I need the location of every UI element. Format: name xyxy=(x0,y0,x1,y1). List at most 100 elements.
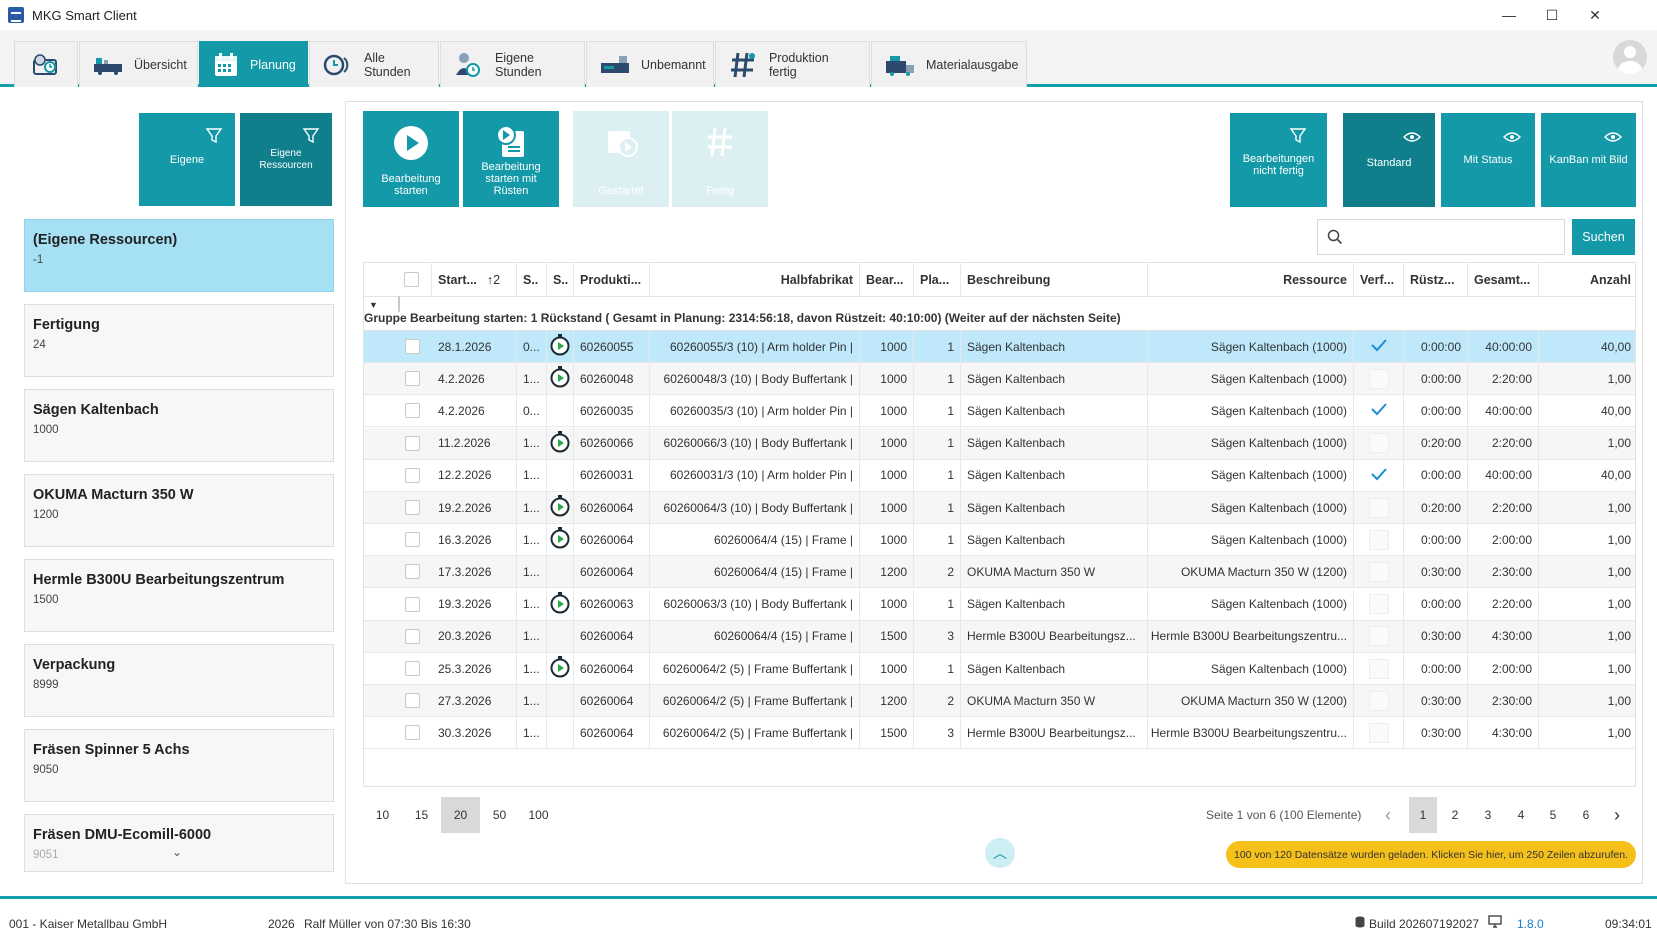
row-checkbox[interactable] xyxy=(405,435,420,451)
header-s1[interactable]: S.. xyxy=(517,263,547,296)
tab-planung[interactable]: Planung xyxy=(199,41,308,87)
view-mit-status-button[interactable]: Mit Status xyxy=(1441,113,1535,207)
select-all-checkbox[interactable] xyxy=(404,272,419,287)
group-toggle[interactable]: ▼ xyxy=(364,296,432,312)
header-start[interactable]: Start... ↑ 2 xyxy=(432,263,517,296)
prev-page-icon[interactable]: ‹ xyxy=(1376,797,1400,833)
row-checkbox[interactable] xyxy=(405,725,420,741)
view-standard-button[interactable]: Standard xyxy=(1343,113,1435,207)
row-checkbox[interactable] xyxy=(405,467,420,483)
resource-card-fertigung[interactable]: Fertigung 24 xyxy=(24,304,334,377)
tab-unbemannt[interactable]: Unbemannt xyxy=(586,41,714,87)
view-kanban-button[interactable]: KanBan mit Bild xyxy=(1541,113,1636,207)
resource-card-dmu[interactable]: Fräsen DMU-Ecomill-6000 9051 xyxy=(24,814,334,872)
row-checkbox[interactable] xyxy=(405,596,420,612)
tab-alle-stunden[interactable]: Alle Stunden xyxy=(309,41,439,87)
resource-card-saegen[interactable]: Sägen Kaltenbach 1000 xyxy=(24,389,334,462)
next-page-icon[interactable]: › xyxy=(1605,797,1629,833)
resource-card-spinner[interactable]: Fräsen Spinner 5 Achs 9050 xyxy=(24,729,334,802)
filter-eigene-ressourcen-button[interactable]: Eigene Ressourcen xyxy=(240,113,332,206)
timer-play-icon[interactable] xyxy=(550,527,570,552)
search-button[interactable]: Suchen xyxy=(1572,219,1635,255)
table-row[interactable]: 19.2.2026 1... 60260064 60260064/3 (10) | B… xyxy=(364,492,1635,524)
gestartet-button[interactable]: Gestartet xyxy=(573,111,669,207)
table-row[interactable]: 27.3.2026 1... 60260064 60260064/2 (5) | Fr… xyxy=(364,685,1635,718)
tab-materialausgabe[interactable]: Materialausgabe xyxy=(871,41,1027,87)
load-more-banner[interactable]: 100 von 120 Datensätze wurden geladen. K… xyxy=(1226,841,1636,868)
minimize-button[interactable]: — xyxy=(1486,0,1532,30)
page-button[interactable]: 3 xyxy=(1474,797,1502,833)
bearbeitung-ruesten-button[interactable]: Bearbeitung starten mit Rüsten xyxy=(463,111,559,207)
table-row[interactable]: 4.2.2026 0... 60260035 60260035/3 (10) | Ar… xyxy=(364,395,1635,428)
group-row[interactable]: ▼ Gruppe Bearbeitung starten: 1 Rückstan… xyxy=(364,296,1635,331)
resource-card-eigene[interactable]: (Eigene Ressourcen) -1 xyxy=(24,219,334,292)
collapse-up-icon[interactable]: ︿ xyxy=(985,838,1015,868)
timer-play-icon[interactable] xyxy=(550,656,570,681)
header-select-all[interactable] xyxy=(364,263,432,296)
resource-card-hermle[interactable]: Hermle B300U Bearbeitungszentrum 1500 xyxy=(24,559,334,632)
table-row[interactable]: 30.3.2026 1... 60260064 60260064/2 (5) | Fr… xyxy=(364,717,1635,750)
chevron-down-icon[interactable]: ⌄ xyxy=(172,845,182,859)
header-produktion[interactable]: Produkti... xyxy=(574,263,650,296)
table-row[interactable]: 19.3.2026 1... 60260063 60260063/3 (10) | B… xyxy=(364,588,1635,621)
header-anzahl[interactable]: Anzahl xyxy=(1539,263,1635,296)
timer-play-icon[interactable] xyxy=(550,334,570,359)
table-row[interactable]: 12.2.2026 1... 60260031 60260031/3 (10) | A… xyxy=(364,459,1635,492)
close-button[interactable]: ✕ xyxy=(1572,0,1618,30)
table-row[interactable]: 17.3.2026 1... 60260064 60260064/4 (15) | F… xyxy=(364,556,1635,589)
resource-card-okuma[interactable]: OKUMA Macturn 350 W 1200 xyxy=(24,474,334,547)
tab-eigene-stunden[interactable]: Eigene Stunden xyxy=(440,41,585,87)
page-size-option[interactable]: 10 xyxy=(363,797,402,833)
caret-down-icon[interactable]: ▼ xyxy=(369,300,378,310)
status-version[interactable]: 1.8.0 xyxy=(1517,917,1544,931)
user-avatar[interactable] xyxy=(1613,40,1647,74)
bearbeitung-starten-button[interactable]: Bearbeitung starten xyxy=(363,111,459,207)
timer-play-icon[interactable] xyxy=(550,366,570,391)
table-row[interactable]: 28.1.2026 0... 60260055 60260055/3 (10) | A… xyxy=(364,331,1635,363)
search-input[interactable] xyxy=(1350,226,1556,248)
table-row[interactable]: 4.2.2026 1... 60260048 60260048/3 (10) | Bo… xyxy=(364,363,1635,396)
page-button-active[interactable]: 1 xyxy=(1409,797,1437,833)
header-gesamt[interactable]: Gesamt... xyxy=(1468,263,1539,296)
table-row[interactable]: 20.3.2026 1... 60260064 60260064/4 (15) | F… xyxy=(364,620,1635,653)
row-checkbox[interactable] xyxy=(405,371,420,387)
tab-uebersicht[interactable]: Übersicht xyxy=(79,41,198,87)
page-button[interactable]: 5 xyxy=(1539,797,1567,833)
maximize-button[interactable]: ☐ xyxy=(1529,0,1575,30)
page-size-option[interactable]: 50 xyxy=(480,797,519,833)
header-verfuegbar[interactable]: Verf... xyxy=(1354,263,1404,296)
row-checkbox[interactable] xyxy=(405,403,420,419)
header-ruestzeit[interactable]: Rüstz... xyxy=(1404,263,1468,296)
page-button[interactable]: 2 xyxy=(1441,797,1469,833)
row-checkbox[interactable] xyxy=(405,532,420,548)
page-button[interactable]: 4 xyxy=(1507,797,1535,833)
bearbeitungen-nicht-fertig-button[interactable]: Bearbeitungen nicht fertig xyxy=(1230,113,1327,207)
tab-dashboard[interactable] xyxy=(14,41,78,87)
row-checkbox[interactable] xyxy=(405,339,420,354)
header-beschreibung[interactable]: Beschreibung xyxy=(961,263,1148,296)
page-button[interactable]: 6 xyxy=(1572,797,1600,833)
row-checkbox[interactable] xyxy=(405,564,420,580)
row-checkbox[interactable] xyxy=(405,500,420,515)
row-checkbox[interactable] xyxy=(405,693,420,709)
resource-card-verpackung[interactable]: Verpackung 8999 xyxy=(24,644,334,717)
header-bearbeitung[interactable]: Bear... xyxy=(860,263,914,296)
table-row[interactable]: 16.3.2026 1... 60260064 60260064/4 (15) | F… xyxy=(364,524,1635,557)
table-row[interactable]: 25.3.2026 1... 60260064 60260064/2 (5) | Fr… xyxy=(364,653,1635,685)
header-platz[interactable]: Pla... xyxy=(914,263,961,296)
group-checkbox[interactable] xyxy=(397,296,400,312)
page-size-option[interactable]: 100 xyxy=(519,797,558,833)
header-s2[interactable]: S.. xyxy=(547,263,574,296)
fertig-button[interactable]: Fertig xyxy=(672,111,768,207)
page-size-option-active[interactable]: 20 xyxy=(441,797,480,833)
timer-play-icon[interactable] xyxy=(550,430,570,456)
header-ressource[interactable]: Ressource xyxy=(1148,263,1354,296)
row-checkbox[interactable] xyxy=(405,628,420,644)
table-row[interactable]: 11.2.2026 1... 60260066 60260066/3 (10) | B… xyxy=(364,427,1635,460)
timer-play-icon[interactable] xyxy=(550,591,570,617)
tab-produktion-fertig[interactable]: Produktion fertig xyxy=(715,41,870,87)
filter-eigene-button[interactable]: Eigene xyxy=(139,113,235,206)
row-checkbox[interactable] xyxy=(405,661,420,676)
page-size-option[interactable]: 15 xyxy=(402,797,441,833)
timer-play-icon[interactable] xyxy=(550,495,570,520)
